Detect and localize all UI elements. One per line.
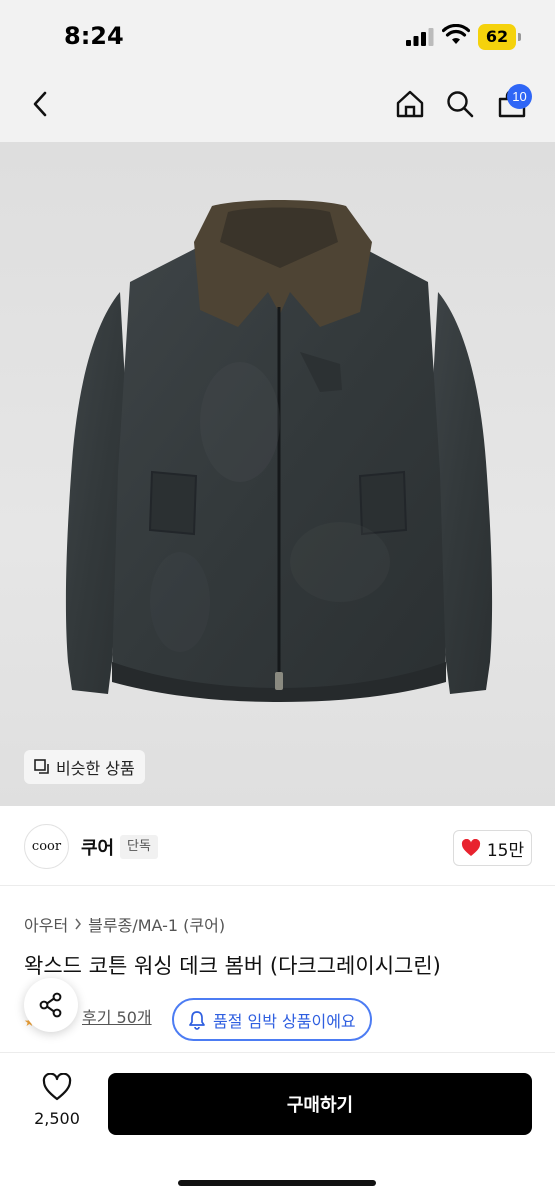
heart-icon: [461, 839, 480, 856]
back-button[interactable]: [20, 84, 60, 124]
stock-alert-button[interactable]: 품절 임박 상품이에요: [172, 998, 372, 1041]
wishlist-button[interactable]: 2,500: [26, 1072, 88, 1128]
bottom-action-bar: 2,500 구매하기: [0, 1052, 555, 1200]
product-image[interactable]: 비슷한 상품: [0, 142, 555, 806]
share-button[interactable]: [24, 978, 78, 1032]
brand-logo-text: coor: [31, 839, 62, 854]
similar-products-button[interactable]: 비슷한 상품: [24, 750, 145, 784]
top-nav: [0, 70, 555, 142]
review-row: 후기 50개 품절 임박 상품이에요: [24, 998, 534, 1041]
brand-row: coor 쿠어 단독 15만: [0, 806, 555, 886]
wish-heart-icon: [42, 1072, 72, 1101]
search-button[interactable]: [440, 84, 480, 124]
wifi-icon: [442, 24, 470, 44]
brand-like-button[interactable]: 15만: [453, 830, 532, 866]
signal-icon: [406, 28, 434, 46]
exclusive-badge: 단독: [120, 835, 158, 859]
status-time: 8:24: [64, 22, 124, 50]
jacket-illustration: [65, 200, 493, 702]
wishlist-count: 2,500: [34, 1109, 80, 1128]
breadcrumb-subcategory[interactable]: 블루종/MA-1 (쿠어): [88, 912, 225, 936]
battery-nub: [518, 33, 521, 41]
home-indicator: [178, 1180, 376, 1186]
home-button[interactable]: [390, 84, 430, 124]
stock-alert-label: 품절 임박 상품이에요: [213, 1011, 356, 1031]
chevron-right-icon: [75, 918, 82, 930]
status-bar: 8:24 62: [0, 0, 555, 70]
brand-name[interactable]: 쿠어: [81, 834, 114, 860]
share-icon: [39, 992, 62, 1018]
cart-count-badge: 10: [507, 84, 532, 109]
similar-icon: [34, 759, 49, 774]
buy-button-label: 구매하기: [286, 1095, 354, 1116]
similar-products-label: 비슷한 상품: [56, 759, 135, 778]
review-link[interactable]: 후기 50개: [82, 1004, 152, 1028]
bell-icon: [189, 1010, 205, 1030]
breadcrumb: 아우터 블루종/MA-1 (쿠어): [24, 912, 225, 936]
battery-indicator: 62: [478, 24, 516, 50]
breadcrumb-category[interactable]: 아우터: [24, 912, 68, 936]
home-icon: [396, 90, 424, 118]
brand-logo[interactable]: coor: [24, 824, 69, 869]
back-icon: [33, 91, 47, 117]
product-title: 왁스드 코튼 워싱 데크 봄버 (다크그레이시그린): [24, 954, 441, 978]
buy-button[interactable]: 구매하기: [108, 1073, 532, 1135]
brand-like-count: 15만: [486, 840, 525, 861]
search-icon: [447, 91, 474, 118]
